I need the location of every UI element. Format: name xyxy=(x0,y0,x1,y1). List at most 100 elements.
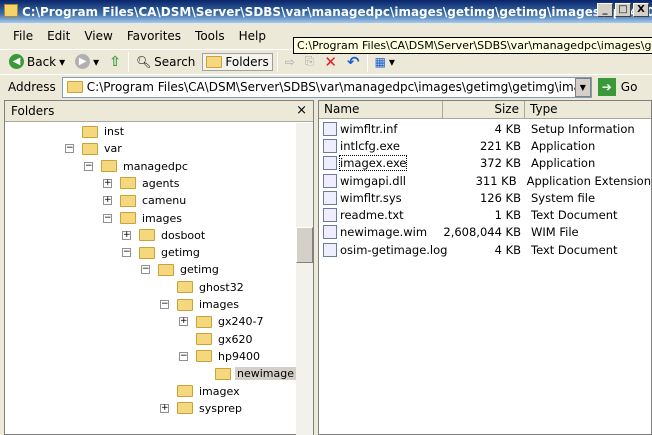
file-name: intlcfg.exe xyxy=(340,138,400,153)
tree-item[interactable]: gx620 xyxy=(196,331,255,348)
minimize-button[interactable]: _ xyxy=(597,3,613,17)
menu-view[interactable]: View xyxy=(77,29,119,43)
expand-icon[interactable]: + xyxy=(103,196,112,206)
collapse-icon[interactable]: − xyxy=(179,351,188,361)
tree-item[interactable]: − getimg xyxy=(141,261,221,278)
tree-item[interactable]: + sysprep xyxy=(160,400,244,417)
file-type: Application xyxy=(531,156,596,171)
column-header-type[interactable]: Type xyxy=(525,101,651,118)
folders-button[interactable]: Folders xyxy=(202,52,273,71)
menu-edit[interactable]: Edit xyxy=(40,29,77,43)
tree-item-label: hp9400 xyxy=(218,349,260,363)
folders-pane-title: Folders xyxy=(11,104,55,118)
folder-icon xyxy=(101,160,117,173)
close-button[interactable]: X xyxy=(633,3,649,17)
collapse-icon[interactable]: − xyxy=(103,213,112,223)
file-row[interactable]: imagex.exe 372 KB Application xyxy=(319,155,651,172)
dropdown-icon: ▾ xyxy=(388,54,395,69)
folder-icon xyxy=(139,229,155,242)
menu-favorites[interactable]: Favorites xyxy=(120,29,188,43)
tree-item[interactable]: − var xyxy=(65,140,124,157)
tree-item[interactable]: inst xyxy=(82,123,126,140)
tree-item-label: dosboot xyxy=(161,228,206,242)
move-to-button[interactable]: ⇨ xyxy=(282,54,298,70)
folder-icon xyxy=(4,4,18,17)
column-header-name[interactable]: Name xyxy=(319,101,443,118)
file-icon xyxy=(323,156,337,171)
folder-icon xyxy=(196,350,212,363)
folder-icon xyxy=(66,81,83,93)
tree-item-label: images xyxy=(142,211,182,225)
collapse-icon[interactable]: − xyxy=(141,265,150,275)
views-button[interactable]: ▦ ▾ xyxy=(372,54,398,70)
address-dropdown-button[interactable]: ▼ xyxy=(574,77,591,97)
tree-item[interactable]: − images xyxy=(103,210,184,227)
file-row[interactable]: wimfltr.inf 4 KB Setup Information xyxy=(319,120,651,137)
file-list-pane: Name Size Type wimfltr.inf 4 KB Setup Info… xyxy=(318,100,652,435)
file-type: Application xyxy=(531,138,596,153)
file-row[interactable]: readme.txt 1 KB Text Document xyxy=(319,206,651,223)
up-button[interactable]: ⇧ xyxy=(106,53,124,71)
folder-icon xyxy=(120,177,136,190)
column-header-size[interactable]: Size xyxy=(443,101,525,118)
vertical-scrollbar[interactable] xyxy=(296,123,313,435)
address-input[interactable]: C:\Program Files\CA\DSM\Server\SDBS\var\… xyxy=(61,76,592,98)
maximize-button[interactable]: □ xyxy=(615,3,631,17)
menu-bar: File Edit View Favorites Tools Help xyxy=(0,25,273,47)
file-row[interactable]: newimage.wim 2,608,044 KB WIM File xyxy=(319,224,651,241)
back-button[interactable]: ◀ Back ▾ xyxy=(6,53,68,70)
go-button[interactable]: ➔ Go xyxy=(597,78,637,96)
folder-icon xyxy=(177,385,193,397)
collapse-icon[interactable]: − xyxy=(65,144,74,154)
tree-item[interactable]: − hp9400 xyxy=(179,348,262,365)
file-size: 4 KB xyxy=(494,121,521,136)
collapse-icon[interactable]: − xyxy=(84,161,93,171)
forward-button[interactable]: ▶ ▾ xyxy=(72,53,102,70)
menu-tools[interactable]: Tools xyxy=(188,29,232,43)
tree-item[interactable]: + dosboot xyxy=(122,227,207,244)
folder-icon xyxy=(177,402,193,415)
collapse-icon[interactable]: − xyxy=(160,300,169,309)
search-button[interactable]: 🔍︎ Search xyxy=(133,54,198,70)
views-icon: ▦ xyxy=(374,54,386,69)
file-name: wimfltr.inf xyxy=(340,121,398,136)
back-arrow-icon: ◀ xyxy=(9,54,24,69)
tree-item[interactable]: imagex xyxy=(177,383,242,400)
expand-icon[interactable]: + xyxy=(122,230,131,240)
tree-item[interactable]: − images xyxy=(160,296,241,313)
scrollbar-thumb[interactable] xyxy=(296,227,313,263)
tree-item-label: getimg xyxy=(161,246,200,260)
undo-button[interactable]: ↶ xyxy=(344,52,363,72)
close-folders-pane-button[interactable]: × xyxy=(296,103,307,118)
tree-item[interactable]: newimage xyxy=(215,365,296,382)
tree-item[interactable]: − getimg xyxy=(122,244,202,261)
folders-label: Folders xyxy=(225,54,269,69)
search-icon: 🔍︎ xyxy=(135,54,152,69)
file-row[interactable]: osim-getimage.log 4 KB Text Document xyxy=(319,241,651,258)
expand-icon[interactable]: + xyxy=(160,403,169,413)
file-row[interactable]: wimfltr.sys 126 KB System file xyxy=(319,189,651,206)
tree-item-label: images xyxy=(199,298,239,311)
tree-item-label: newimage xyxy=(235,367,296,381)
folder-icon xyxy=(120,212,136,224)
menu-file[interactable]: File xyxy=(6,29,40,43)
delete-button[interactable]: ✕ xyxy=(321,52,340,72)
tree-item[interactable]: − managedpc xyxy=(84,158,190,175)
tree-item[interactable]: + camenu xyxy=(103,192,188,209)
tree-item-label: imagex xyxy=(199,384,240,398)
folder-tree: inst − var − managedpc + agents + camenu − images +… xyxy=(5,123,297,435)
file-row[interactable]: intlcfg.exe 221 KB Application xyxy=(319,137,651,154)
expand-icon[interactable]: + xyxy=(103,178,112,188)
file-size: 221 KB xyxy=(479,138,521,153)
tree-item-label: var xyxy=(104,142,122,156)
file-size: 2,608,044 KB xyxy=(443,225,521,240)
menu-help[interactable]: Help xyxy=(232,29,273,43)
file-row[interactable]: wimgapi.dll 311 KB Application Extension xyxy=(319,172,651,189)
expand-icon[interactable]: + xyxy=(179,317,188,327)
tree-item[interactable]: ghost32 xyxy=(177,279,246,296)
collapse-icon[interactable]: − xyxy=(122,248,131,258)
copy-to-button[interactable]: ⎘ xyxy=(302,53,318,70)
tree-item[interactable]: + agents xyxy=(103,175,182,192)
tree-item[interactable]: + gx240-7 xyxy=(179,313,265,330)
file-type: Setup Information xyxy=(531,121,635,136)
